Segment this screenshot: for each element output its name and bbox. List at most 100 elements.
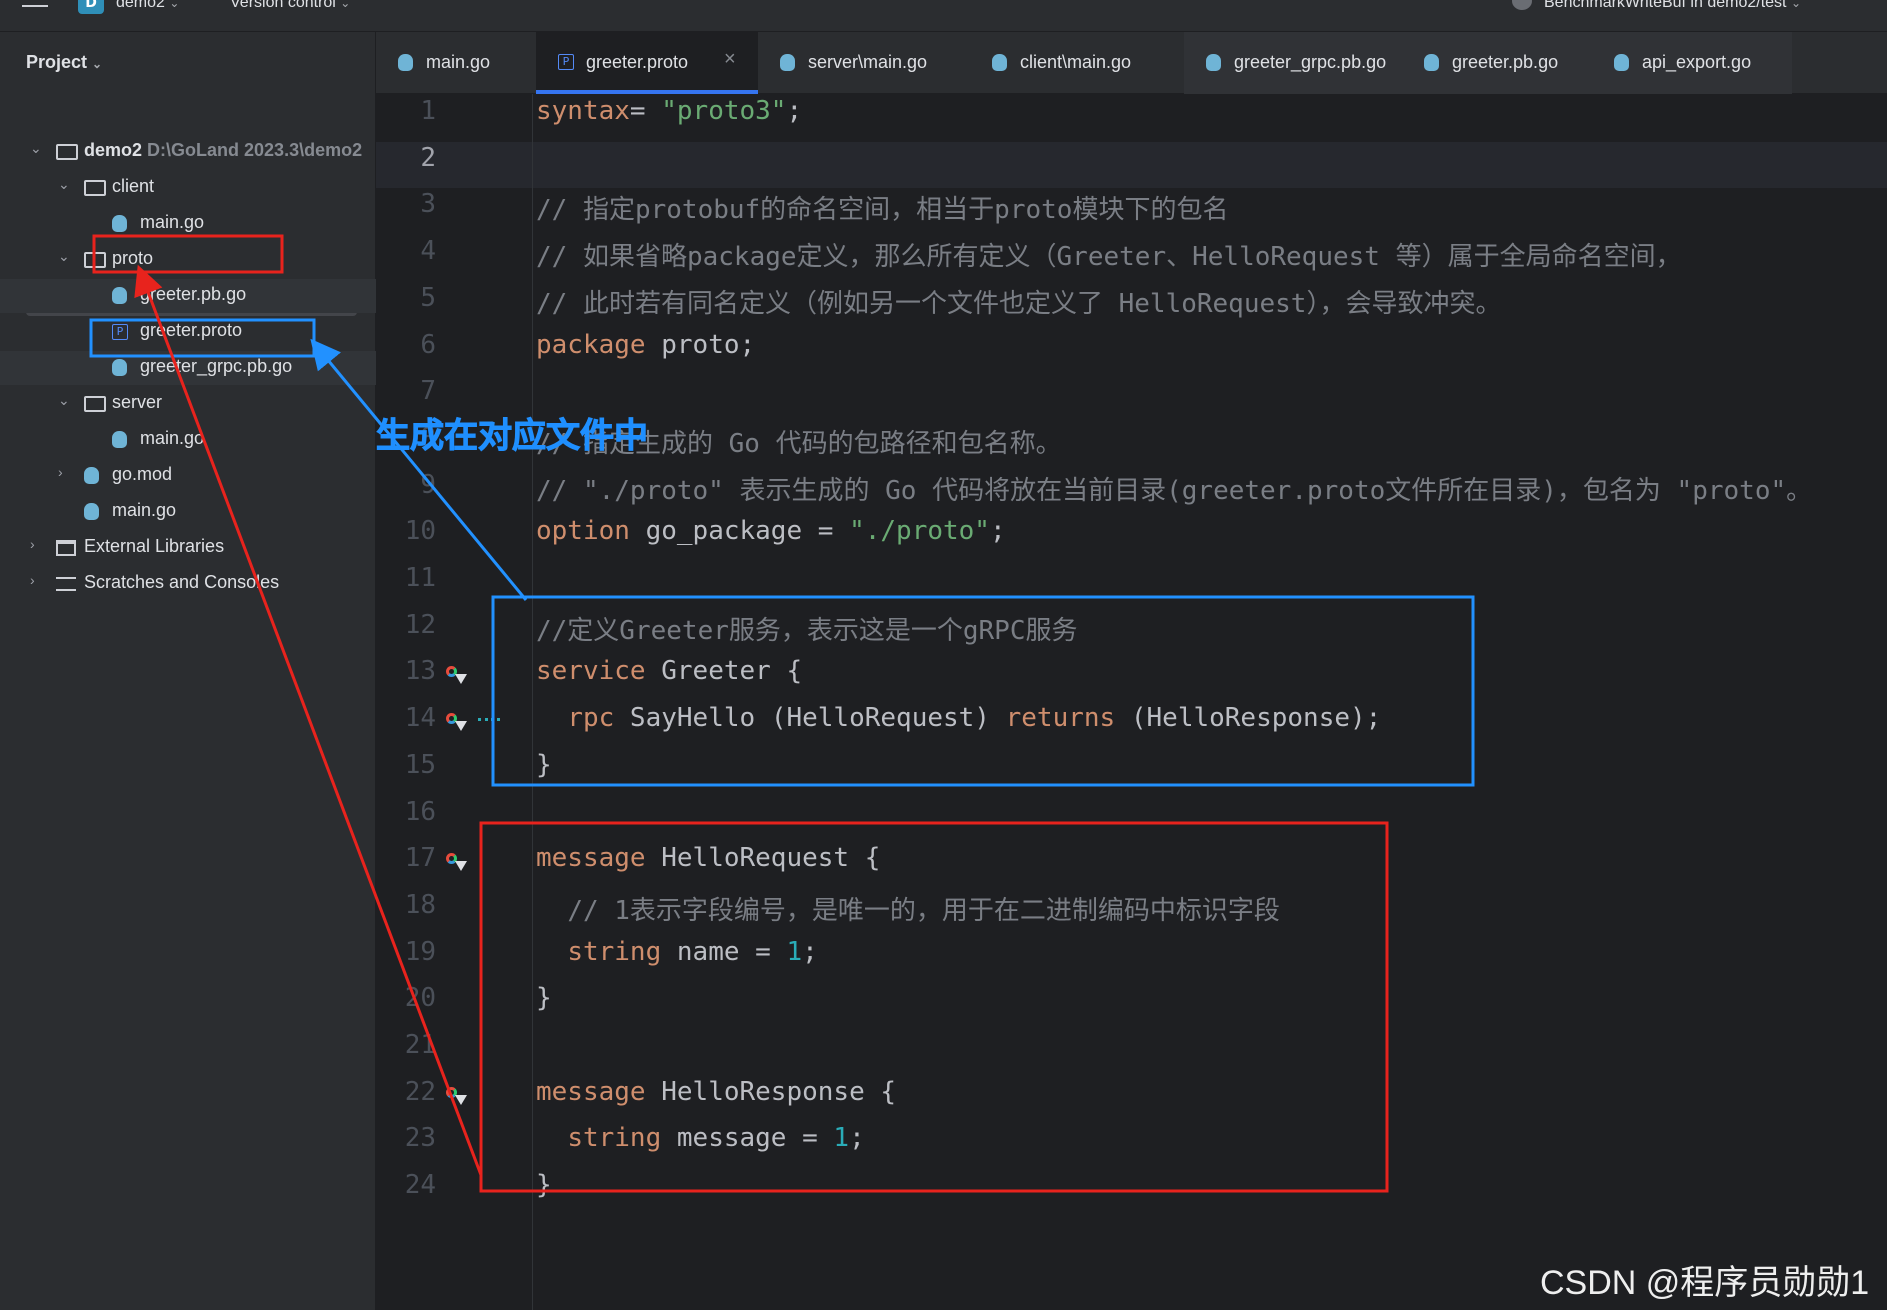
code-line[interactable]: } [536,1170,552,1200]
code-line[interactable]: // 指定protobuf的命名空间，相当于proto模块下的包名 [536,189,1228,226]
code-editor[interactable]: 1 2 3 4 5 6 7 8 9 10 11 12 13 14 15 16 17 18 19 20 21 22 23 24 … [376,94,1887,1310]
editor-tab-bar: main.go Pgreeter.proto × server\main.go clie… [376,32,1887,94]
tree-item-go-mod[interactable]: › go.mod [0,459,376,493]
code-line[interactable]: // 1表示字段编号，是唯一的，用于在二进制编码中标识字段 [536,890,1280,927]
chevron-down-icon[interactable]: ⌄ [30,140,42,157]
tab-server-main-go[interactable]: server\main.go [758,32,970,94]
chevron-down-icon: ⌄ [1790,0,1801,10]
code-line[interactable]: } [536,983,552,1013]
code-line[interactable]: package proto; [536,330,755,360]
line-number: 3 [420,189,436,220]
main-menu-icon[interactable] [22,0,48,18]
tree-item-label: demo2 D:\GoLand 2023.3\demo2 [84,140,363,160]
chevron-right-icon[interactable]: › [30,572,35,588]
code-line[interactable]: // "./proto" 表示生成的 Go 代码将放在当前目录(greeter.… [536,470,1812,507]
chevron-right-icon[interactable]: › [30,536,35,552]
tree-item-proto[interactable]: ⌄ proto [0,243,376,277]
line-number: 20 [404,983,436,1014]
tree-item-greeter-grpc-pb-go[interactable]: greeter_grpc.pb.go [0,351,376,385]
proto-file-icon: P [558,54,574,70]
current-line-highlight [376,142,1887,188]
tab-greeter-pb-go[interactable]: greeter.pb.go [1402,32,1592,94]
run-config-selector[interactable]: BenchmarkWriteBuf in demo2/test ⌄ [1510,0,1801,12]
tab-api-export-go[interactable]: api_export.go [1592,32,1792,94]
grpc-navigate-icon[interactable] [446,713,467,733]
project-name[interactable]: demo2 ⌄ [116,0,179,12]
tree-item-main-go[interactable]: main.go [0,495,376,529]
tree-item-client[interactable]: ⌄ client [0,171,376,205]
tree-item-greeter-proto[interactable]: Pgreeter.proto [0,315,376,349]
tree-item-label: External Libraries [84,536,225,556]
line-number: 12 [404,609,436,640]
grpc-navigate-icon[interactable] [446,666,467,686]
tab-label: greeter.proto [586,52,689,72]
go-file-icon [112,287,127,304]
grpc-navigate-icon[interactable] [446,1086,467,1107]
line-number: 14 [404,703,436,734]
implementation-marker-icon[interactable] [478,718,500,726]
chevron-down-icon: ⌄ [92,57,103,71]
code-line[interactable]: string name = 1; [536,937,817,967]
go-file-icon [1424,54,1439,71]
line-number: 23 [404,1123,436,1154]
tree-item-main-go[interactable]: main.go [0,423,376,457]
line-number: 21 [404,1030,436,1060]
line-number: 18 [404,889,436,920]
code-line[interactable]: } [536,750,552,780]
line-number: 6 [420,329,436,360]
code-line[interactable]: // 如果省略package定义，那么所有定义（Greeter、HelloReq… [536,236,1682,273]
close-icon[interactable]: × [724,48,736,71]
grpc-navigate-icon[interactable] [446,853,467,873]
code-line[interactable]: message HelloResponse { [536,1077,896,1107]
go-file-icon [112,215,127,232]
folder-icon [56,144,78,160]
tree-item-main-go[interactable]: main.go [0,207,376,241]
project-view-title[interactable]: Project ⌄ [26,52,102,73]
chevron-down-icon: ⌄ [340,0,351,10]
go-file-icon [1614,54,1629,71]
tree-item-greeter-pb-go[interactable]: greeter.pb.go [0,279,376,313]
tree-item-demo2[interactable]: ⌄ demo2 D:\GoLand 2023.3\demo2 [0,135,376,169]
tree-item-label: go.mod [112,464,173,484]
tab-greeter-grpc-pb-go[interactable]: greeter_grpc.pb.go [1184,32,1402,94]
chevron-down-icon: ⌄ [169,0,180,10]
line-number: 11 [404,563,436,593]
project-badge[interactable]: D [78,0,104,14]
chevron-down-icon[interactable]: ⌄ [58,248,70,265]
tab-main-go[interactable]: main.go [376,32,536,94]
code-line[interactable]: option go_package = "./proto"; [536,516,1006,546]
tab-greeter-proto[interactable]: Pgreeter.proto × [536,32,758,94]
proto-file-icon: P [112,324,128,340]
chevron-down-icon[interactable]: ⌄ [58,392,70,409]
folder-icon [84,180,106,196]
watermark: CSDN @程序员勋勋1 [1540,1264,1870,1302]
code-line[interactable]: syntax= "proto3"; [536,96,802,126]
gutter-divider [532,94,533,1310]
go-file-icon [1206,54,1221,71]
tree-item-label: Scratches and Consoles [84,572,280,592]
code-line[interactable]: service Greeter { [536,656,802,686]
code-line[interactable]: string message = 1; [536,1123,864,1153]
tab-client-main-go[interactable]: client\main.go [970,32,1184,94]
code-line[interactable]: message HelloRequest { [536,843,880,873]
tab-label: greeter_grpc.pb.go [1234,52,1387,72]
go-file-icon [84,503,99,520]
tree-item-server[interactable]: ⌄ server [0,387,376,421]
title-bar: D demo2 ⌄ Version control ⌄ BenchmarkWri… [0,0,1887,32]
tree-item-scratches-and-consoles[interactable]: › Scratches and Consoles [0,567,376,601]
go-file-icon [992,54,1007,71]
code-line[interactable]: //定义Greeter服务，表示这是一个gRPC服务 [536,610,1078,647]
code-line[interactable]: // 此时若有同名定义（例如另一个文件也定义了 HelloRequest），会导… [536,283,1501,320]
code-line[interactable]: rpc SayHello (HelloRequest) returns (Hel… [536,703,1381,733]
tree-item-external-libraries[interactable]: › External Libraries [0,531,376,565]
line-number: 13 [404,656,436,687]
chevron-down-icon[interactable]: ⌄ [58,176,70,193]
vcs-menu[interactable]: Version control ⌄ [230,0,350,12]
line-number: 5 [420,282,436,313]
line-number: 7 [420,376,436,407]
tab-label: main.go [426,52,491,72]
line-number: 4 [420,236,436,267]
chevron-right-icon[interactable]: › [58,464,63,480]
line-number: 10 [404,516,436,547]
go-file-icon [112,431,127,448]
